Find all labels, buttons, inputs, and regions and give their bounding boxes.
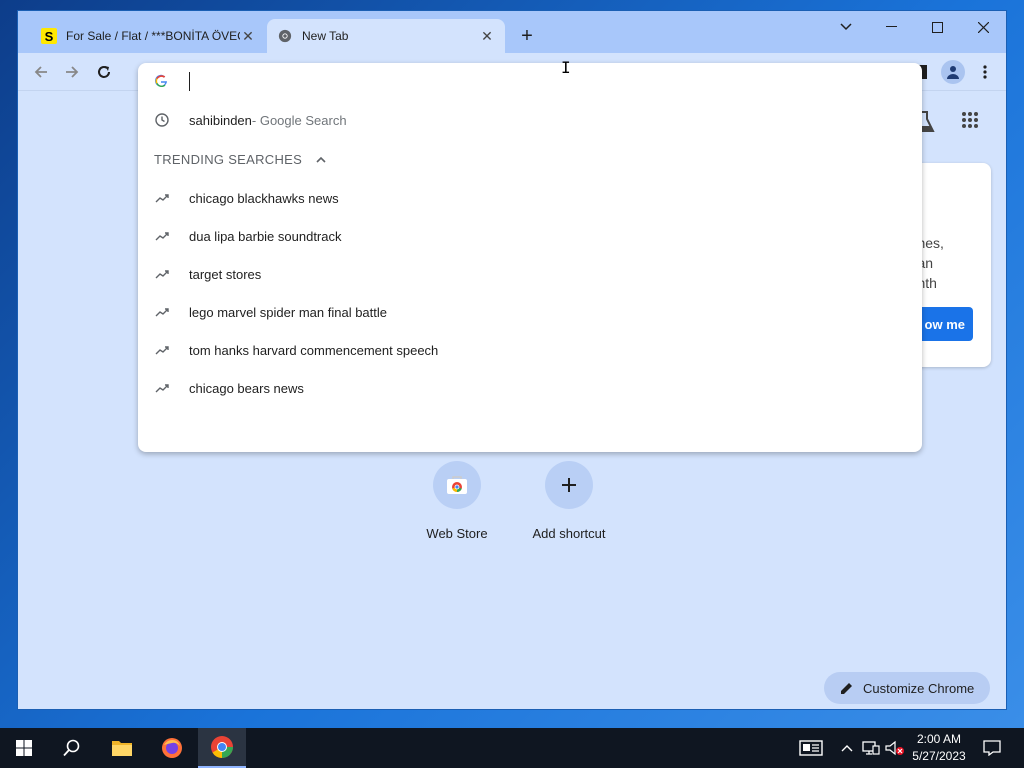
new-tab-button[interactable]: + xyxy=(515,25,539,49)
tab-title: New Tab xyxy=(302,29,349,43)
close-window-button[interactable] xyxy=(960,11,1006,43)
trending-suggestion[interactable]: target stores xyxy=(138,255,922,293)
trending-suggestion[interactable]: tom hanks harvard commencement speech xyxy=(138,331,922,369)
minimize-button[interactable] xyxy=(868,11,914,43)
search-icon[interactable] xyxy=(48,728,96,768)
trending-suggestion[interactable]: chicago blackhawks news xyxy=(138,179,922,217)
suggestion-suffix: - Google Search xyxy=(251,112,347,128)
google-apps-grid-icon[interactable] xyxy=(961,111,979,132)
tab-sahibinden[interactable]: S For Sale / Flat / ***BONİTA ÖVEÇ ✕ xyxy=(31,19,266,53)
suggestion-text: chicago blackhawks news xyxy=(189,190,339,206)
omnibox-dropdown: sahibinden - Google Search TRENDING SEAR… xyxy=(138,63,922,452)
shortcut-web-store[interactable]: Web Store xyxy=(407,461,507,541)
taskbar: 2:00 AM 5/27/2023 xyxy=(0,728,1024,768)
suggestion-text: sahibinden xyxy=(189,112,252,128)
trending-suggestion[interactable]: dua lipa barbie soundtrack xyxy=(138,217,922,255)
network-icon[interactable] xyxy=(860,728,882,768)
suggestion-text: lego marvel spider man final battle xyxy=(189,304,387,320)
chevron-up-icon[interactable] xyxy=(836,728,858,768)
suggestion-text: chicago bears news xyxy=(189,380,304,396)
trending-arrow-icon xyxy=(154,304,170,320)
plus-icon xyxy=(545,461,593,509)
trending-header-label: TRENDING SEARCHES xyxy=(154,151,303,167)
close-tab-icon[interactable]: ✕ xyxy=(240,28,256,45)
trending-suggestion[interactable]: lego marvel spider man final battle xyxy=(138,293,922,331)
maximize-button[interactable] xyxy=(914,11,960,43)
customize-label: Customize Chrome xyxy=(863,680,975,696)
shortcut-label: Add shortcut xyxy=(532,526,606,541)
mouse-ibeam-cursor-icon: I xyxy=(561,58,571,77)
tab-title: For Sale / Flat / ***BONİTA ÖVEÇ xyxy=(66,29,240,43)
tab-strip: S For Sale / Flat / ***BONİTA ÖVEÇ ✕ New… xyxy=(18,11,1006,53)
chrome-window: S For Sale / Flat / ***BONİTA ÖVEÇ ✕ New… xyxy=(17,10,1007,710)
suggestion-text: target stores xyxy=(189,266,262,282)
history-suggestion[interactable]: sahibinden - Google Search xyxy=(138,101,922,139)
back-arrow-icon[interactable] xyxy=(30,61,52,83)
trending-suggestion[interactable]: chicago bears news xyxy=(138,369,922,407)
chrome-icon xyxy=(277,28,293,44)
file-explorer-icon[interactable] xyxy=(98,728,146,768)
tab-search-chevron-icon[interactable] xyxy=(823,11,869,43)
web-store-icon xyxy=(433,461,481,509)
taskbar-clock[interactable]: 2:00 AM 5/27/2023 xyxy=(908,731,970,765)
forward-arrow-icon[interactable] xyxy=(61,61,83,83)
notifications-icon[interactable] xyxy=(978,728,1006,768)
pencil-icon xyxy=(840,681,854,695)
clock-time: 2:00 AM xyxy=(916,732,962,746)
close-tab-icon[interactable]: ✕ xyxy=(479,28,495,45)
trending-arrow-icon xyxy=(154,190,170,206)
firefox-icon[interactable] xyxy=(148,728,196,768)
chrome-taskbar-icon[interactable] xyxy=(198,728,246,768)
sahibinden-s-icon: S xyxy=(41,28,57,44)
suggestion-text: dua lipa barbie soundtrack xyxy=(189,228,342,244)
volume-muted-icon[interactable] xyxy=(884,728,906,768)
menu-kebab-icon[interactable] xyxy=(974,61,996,83)
trending-arrow-icon xyxy=(154,380,170,396)
suggestion-list: sahibinden - Google Search TRENDING SEAR… xyxy=(138,101,922,407)
trending-arrow-icon xyxy=(154,342,170,358)
chevron-up-icon[interactable] xyxy=(316,156,326,163)
trending-header[interactable]: TRENDING SEARCHES xyxy=(138,139,922,179)
omnibox-input[interactable] xyxy=(138,63,922,101)
profile-avatar-icon[interactable] xyxy=(941,60,965,84)
history-clock-icon xyxy=(154,112,170,128)
tab-new-tab[interactable]: New Tab ✕ xyxy=(267,19,505,53)
customize-chrome-button[interactable]: Customize Chrome xyxy=(824,672,990,704)
shortcut-label: Web Store xyxy=(426,526,488,541)
news-widget-icon[interactable] xyxy=(796,728,826,768)
suggestion-text: tom hanks harvard commencement speech xyxy=(189,342,439,358)
reload-icon[interactable] xyxy=(93,61,115,83)
clock-date: 5/27/2023 xyxy=(912,749,966,763)
shortcut-add[interactable]: Add shortcut xyxy=(519,461,619,541)
google-g-icon xyxy=(154,74,168,91)
trending-arrow-icon xyxy=(154,266,170,282)
windows-start-icon[interactable] xyxy=(0,728,48,768)
text-caret xyxy=(189,72,190,91)
trending-arrow-icon xyxy=(154,228,170,244)
